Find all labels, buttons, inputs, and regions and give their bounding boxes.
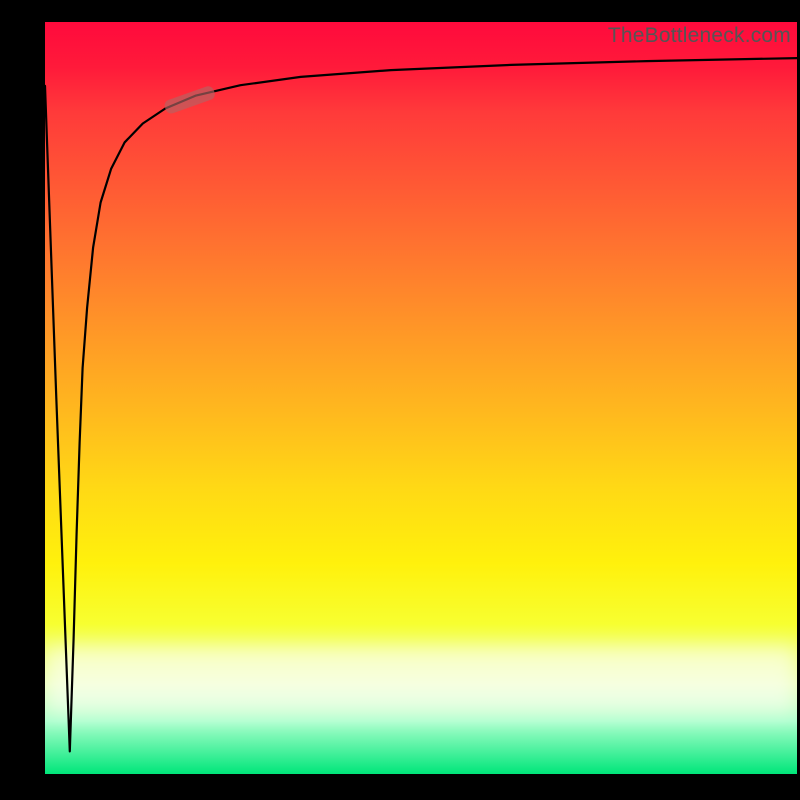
curve-layer <box>45 22 797 774</box>
plot-area: TheBottleneck.com <box>45 22 797 774</box>
chart-frame: TheBottleneck.com <box>0 0 800 800</box>
curve-marker <box>163 85 217 115</box>
bottleneck-curve-path <box>45 58 797 751</box>
watermark-text: TheBottleneck.com <box>608 24 791 48</box>
